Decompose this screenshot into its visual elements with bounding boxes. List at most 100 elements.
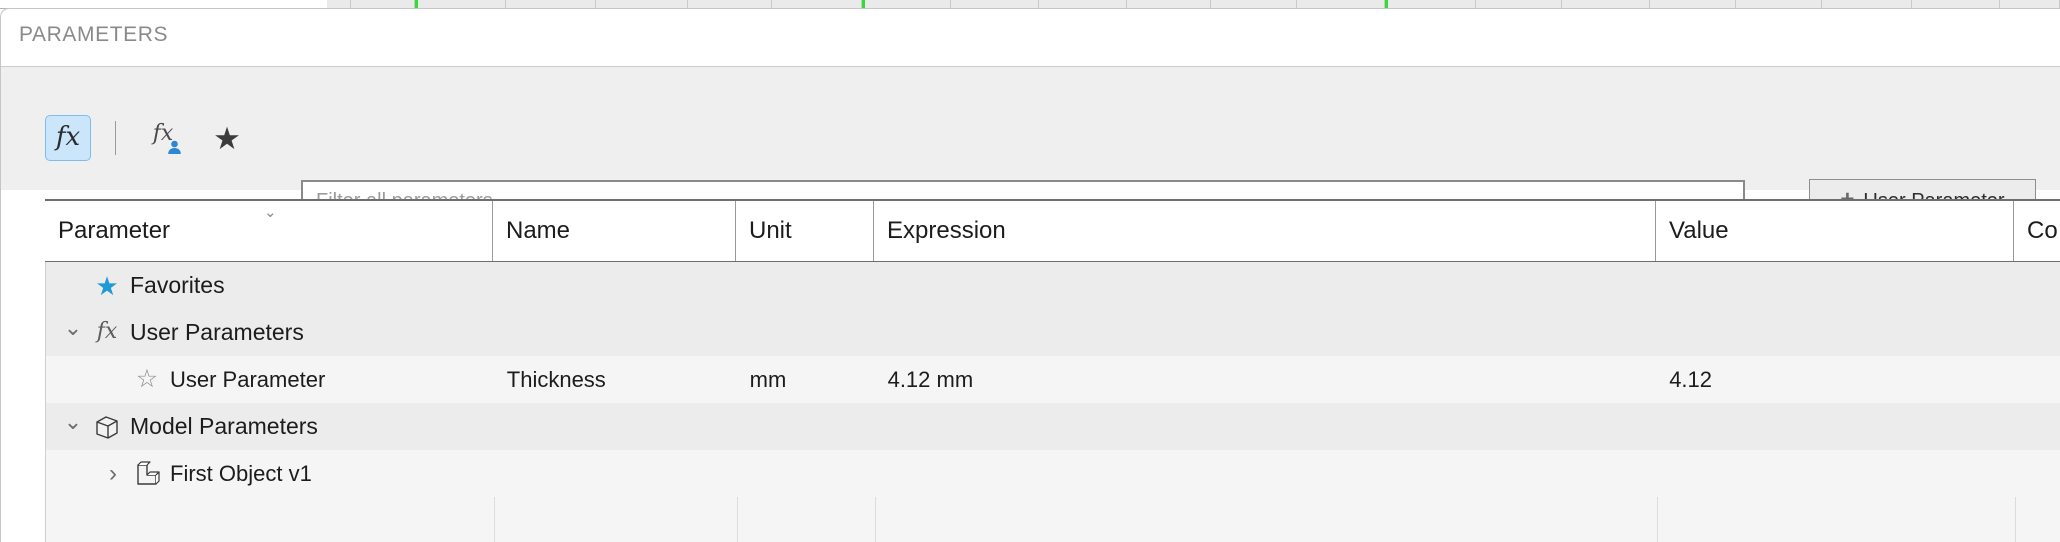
cell-expression: 4.12 mm [887, 366, 974, 392]
row-label: User Parameter [170, 366, 326, 392]
cell-unit [737, 309, 875, 356]
cell-value: 4.12 [1669, 366, 1713, 392]
cell-value [1656, 309, 2014, 356]
cell-name [494, 262, 737, 309]
cell-unit: mm [749, 366, 787, 392]
cell-value [1656, 262, 2014, 309]
cell-parameter: ⌄ fx User Parameters [46, 309, 494, 356]
cell-expression [875, 262, 1657, 309]
star-outline-icon: ☆ [135, 365, 159, 393]
sort-chevron-icon: ⌄ [264, 204, 277, 221]
table-header-row: Parameter ⌄ Name Unit Expression Value Co [45, 199, 2060, 262]
parameters-panel-screen: PARAMETERS fx fx ★ Parameter ⌄ Name Unit… [0, 0, 2060, 542]
toolbar-strip-cell [1562, 0, 1650, 8]
toolbar-strip-cell [1127, 0, 1211, 8]
toolbar-divider [115, 121, 116, 155]
row-label: Model Parameters [130, 413, 318, 439]
toolbar-strip-left-gap [0, 0, 327, 8]
toolbar-strip-cell [596, 0, 688, 8]
row-label: Favorites [130, 272, 225, 298]
column-header-name[interactable]: Name [493, 201, 736, 261]
cell-parameter: ★ Favorites [46, 262, 494, 309]
star-filled-icon: ★ [95, 270, 119, 301]
cell-expression [875, 403, 1657, 450]
column-header-label: Parameter [58, 217, 171, 244]
table-row[interactable]: ⌄ fx User Parameters [46, 309, 2060, 356]
cell-comments [2014, 403, 2060, 450]
table-row[interactable]: ⌄ Model Parameters [46, 403, 2060, 450]
cell-name: Thickness [506, 366, 606, 392]
parameters-panel: PARAMETERS fx fx ★ Parameter ⌄ Name Unit… [0, 8, 2060, 542]
cell-value [1656, 450, 2014, 497]
cell-expression [875, 309, 1657, 356]
toolbar-strip-cell [506, 0, 596, 8]
column-header-expression[interactable]: Expression [874, 201, 1656, 261]
toolbar-strip-cell [1476, 0, 1562, 8]
cell-name [494, 403, 737, 450]
toolbar-strip-cell [351, 0, 415, 8]
toolbar-strip-cell [1650, 0, 1736, 8]
column-header-parameter[interactable]: Parameter ⌄ [45, 201, 493, 261]
toolbar-strip-cell [1736, 0, 1822, 8]
toolbar-strip-cell [1039, 0, 1127, 8]
toolbar-strip-cell [1297, 0, 1385, 8]
fx-button[interactable]: fx [45, 115, 91, 161]
favorites-filter-button[interactable]: ★ [204, 115, 250, 161]
cell-name [494, 309, 737, 356]
table-row[interactable]: ☆ User Parameter Thickness mm 4.12 mm 4.12 [46, 356, 2060, 403]
cell-unit [737, 403, 875, 450]
cell-comments [2014, 309, 2060, 356]
fx-icon: fx [96, 318, 118, 344]
row-label: First Object v1 [170, 460, 312, 486]
fx-icon: fx [55, 122, 81, 152]
toolbar-strip-cell [327, 0, 351, 8]
parameters-table: Parameter ⌄ Name Unit Expression Value Co ★ Fav… [45, 199, 2060, 542]
page-title: PARAMETERS [19, 23, 169, 46]
toolbar-strip-cell [1912, 0, 2000, 8]
cell-unit [737, 262, 875, 309]
toolbar-strip-cell [688, 0, 772, 8]
column-header-label: Value [1669, 217, 1729, 244]
cell-name [494, 450, 737, 497]
toolbar-strip-cell [418, 0, 506, 8]
table-body: ★ Favorites ⌄ fx User Parameters ☆ User Param… [45, 262, 2060, 542]
table-row[interactable]: ★ Favorites [46, 262, 2060, 309]
column-header-unit[interactable]: Unit [736, 201, 874, 261]
column-header-value[interactable]: Value [1656, 201, 2014, 261]
toolbar-strip-cell [865, 0, 951, 8]
column-header-label: Unit [749, 217, 792, 244]
table-row[interactable]: › First Object v1 [46, 450, 2060, 497]
star-filled-icon: ★ [213, 120, 241, 156]
toolbar-strip-cell [1388, 0, 1476, 8]
chevron-down-icon[interactable]: ⌄ [58, 409, 88, 435]
chevron-down-icon[interactable]: ⌄ [58, 315, 88, 341]
column-header-label: Name [506, 217, 571, 244]
cell-parameter: ⌄ Model Parameters [46, 403, 494, 450]
toolbar-strip-cell [951, 0, 1039, 8]
toolbar-icon-group: fx fx ★ [45, 115, 250, 161]
component-icon [128, 460, 166, 488]
cell-comments [2014, 262, 2060, 309]
toolbar-strip-cell [1822, 0, 1912, 8]
chevron-right-icon[interactable]: › [98, 460, 128, 488]
fx-user-button[interactable]: fx [142, 115, 190, 161]
row-label: User Parameters [130, 319, 304, 345]
person-icon [168, 140, 181, 154]
column-header-label: Expression [887, 217, 1006, 244]
cell-parameter: › First Object v1 [46, 450, 494, 497]
column-header-comments[interactable]: Co [2014, 201, 2060, 261]
column-header-label: Co [2027, 217, 2058, 244]
cube-icon [88, 413, 126, 441]
cell-unit [737, 450, 875, 497]
toolbar-strip-cell [772, 0, 862, 8]
toolbar-strip-cells [327, 0, 2060, 8]
cell-value [1656, 403, 2014, 450]
cell-comments [2014, 356, 2060, 403]
toolbar-strip-cell [1211, 0, 1297, 8]
cell-comments [2014, 450, 2060, 497]
parameters-toolbar: fx fx ★ Filter all parameters [1, 67, 2060, 223]
toolbar-strip-cell [2000, 0, 2060, 8]
cell-expression [875, 450, 1657, 497]
